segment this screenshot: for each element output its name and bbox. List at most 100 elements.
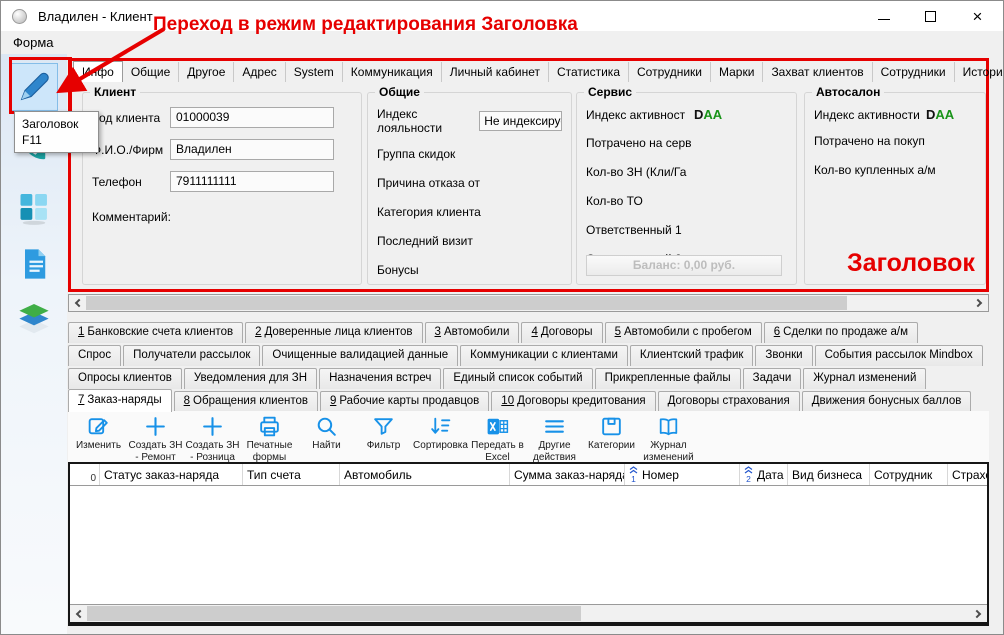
header-tab[interactable]: История <box>955 62 1004 82</box>
toolbar-button[interactable]: Другие действия <box>526 412 583 463</box>
detail-tab[interactable]: Единый список событий <box>443 368 592 389</box>
maximize-button[interactable] <box>907 1 954 31</box>
scroll-left-icon[interactable] <box>69 295 86 311</box>
comment-label: Комментарий: <box>92 210 171 224</box>
toolbar-button[interactable]: Создать ЗН - Ремонт <box>127 412 184 463</box>
close-button[interactable]: × <box>954 1 1001 31</box>
groupbox-autosalon-title: Автосалон <box>812 85 884 99</box>
grid-column-header[interactable]: Автомобиль <box>340 464 510 485</box>
grid-column-header[interactable]: 2 Дата <box>740 464 788 485</box>
toolbar-button[interactable]: Найти <box>298 412 355 452</box>
header-tab[interactable]: Личный кабинет <box>442 62 549 82</box>
toolbar-button[interactable]: Передать в Excel <box>469 412 526 463</box>
header-tab[interactable]: Другое <box>179 62 234 82</box>
orders-toolbar: Изменить Создать ЗН - Ремонт Создать ЗН … <box>68 411 989 462</box>
detail-tab[interactable]: Опросы клиентов <box>68 368 182 389</box>
detail-tab[interactable]: Движения бонусных баллов <box>802 391 972 412</box>
sidebar-documents-button[interactable] <box>10 240 58 288</box>
header-tab[interactable]: Сотрудники <box>873 62 955 82</box>
grid-column-header[interactable]: 1 Номер <box>625 464 740 485</box>
detail-tab[interactable]: Звонки <box>755 345 812 366</box>
detail-tabs-row2: Спрос Получатели рассылок Очищенные вали… <box>68 343 985 366</box>
field-label: Код клиента <box>92 111 170 125</box>
grid-body[interactable] <box>70 486 987 604</box>
detail-tab[interactable]: Назначения встреч <box>319 368 441 389</box>
detail-tab[interactable]: Клиентский трафик <box>630 345 754 366</box>
header-tab[interactable]: Марки <box>711 62 763 82</box>
detail-tab[interactable]: 2Доверенные лица клиентов <box>245 322 422 343</box>
detail-tab[interactable]: 4Договоры <box>521 322 602 343</box>
detail-tab[interactable]: Коммуникации с клиентами <box>460 345 628 366</box>
detail-tabs-row3: Опросы клиентов Уведомления для ЗН Назна… <box>68 366 928 389</box>
tooltip: Заголовок F11 <box>14 111 99 153</box>
header-tab[interactable]: System <box>286 62 343 82</box>
plus-icon <box>143 414 168 439</box>
header-tab[interactable]: Захват клиентов <box>763 62 872 82</box>
sidebar-layers-button[interactable] <box>10 294 58 342</box>
toolbar-button[interactable]: Изменить <box>70 412 127 452</box>
header-tab[interactable]: Коммуникация <box>343 62 442 82</box>
toolbar-button[interactable]: Сортировка <box>412 412 469 452</box>
scroll-right-icon[interactable] <box>970 605 987 622</box>
sidebar-modules-button[interactable] <box>10 184 58 232</box>
grid-column-header[interactable]: Тип счета <box>243 464 340 485</box>
toolbar-button[interactable]: Журнал изменений <box>640 412 697 463</box>
field-input[interactable]: 01000039 <box>170 107 334 128</box>
detail-tab[interactable]: 7Заказ-наряды <box>68 389 172 412</box>
toolbar-button[interactable]: Фильтр <box>355 412 412 452</box>
detail-tab[interactable]: 5Автомобили с пробегом <box>605 322 762 343</box>
detail-tab[interactable]: 9Рабочие карты продавцов <box>320 391 489 412</box>
header-tab[interactable]: Сотрудники <box>629 62 711 82</box>
detail-tabs-row1: 1Банковские счета клиентов 2Доверенные л… <box>68 320 920 343</box>
orders-grid: 0 Статус заказ-наряда <box>68 462 989 626</box>
balance-button[interactable]: Баланс: 0,00 руб. <box>586 255 782 276</box>
groupbox-service: Сервис Индекс активност D AA Потрачено н… <box>576 92 797 285</box>
pen-icon <box>16 69 52 105</box>
header-tab[interactable]: Общие <box>123 62 179 82</box>
scroll-right-icon[interactable] <box>971 295 988 311</box>
detail-tab[interactable]: 3Автомобили <box>425 322 520 343</box>
scroll-thumb[interactable] <box>87 606 581 621</box>
detail-tab[interactable]: Очищенные валидацией данные <box>262 345 458 366</box>
grid-column-header[interactable]: Сумма заказ-наряда <box>510 464 625 485</box>
detail-tab[interactable]: 6Сделки по продаже а/м <box>764 322 918 343</box>
scroll-left-icon[interactable] <box>70 605 87 622</box>
detail-tab[interactable]: Журнал изменений <box>803 368 926 389</box>
detail-tab[interactable]: Уведомления для ЗН <box>184 368 317 389</box>
grid-column-header[interactable]: Вид бизнеса <box>788 464 870 485</box>
field-input[interactable]: Владилен <box>170 139 334 160</box>
loyalty-value[interactable]: Не индексируемый <box>479 111 562 131</box>
toolbar-button[interactable]: Печатные формы <box>241 412 298 463</box>
toolbar-button[interactable]: Создать ЗН - Розница <box>184 412 241 463</box>
minimize-button[interactable] <box>860 1 907 31</box>
menu-forma[interactable]: Форма <box>6 33 61 52</box>
grid-column-header[interactable]: Сотрудник <box>870 464 948 485</box>
detail-tab[interactable]: 10Договоры кредитования <box>491 391 655 412</box>
detail-tab[interactable]: 1Банковские счета клиентов <box>68 322 243 343</box>
detail-tab[interactable]: Договоры страхования <box>658 391 800 412</box>
grid-column-header[interactable]: Статус заказ-наряда <box>100 464 243 485</box>
field-label: Категория клиента <box>377 205 562 219</box>
header-tab[interactable]: Инфо <box>73 61 123 82</box>
field-input[interactable]: 7911111111 <box>170 171 334 192</box>
toolbar-button[interactable]: Категории <box>583 412 640 452</box>
excel-icon <box>485 414 510 439</box>
sidebar-edit-header-button[interactable] <box>10 63 58 111</box>
search-icon <box>314 414 339 439</box>
filter-icon <box>371 414 396 439</box>
layers-icon <box>16 300 52 336</box>
detail-tab[interactable]: Задачи <box>743 368 802 389</box>
grid-hscrollbar[interactable] <box>70 604 987 624</box>
sort-indicator-icon: 2 <box>744 466 753 484</box>
header-tab[interactable]: Статистика <box>549 62 629 82</box>
categories-icon <box>599 414 624 439</box>
detail-tab[interactable]: Получатели рассылок <box>123 345 260 366</box>
grid-header-row: 0 Статус заказ-наряда <box>70 464 987 486</box>
detail-tab[interactable]: Спрос <box>68 345 121 366</box>
tooltip-line1: Заголовок <box>22 116 91 132</box>
grid-column-header[interactable]: Страхо <box>948 464 987 485</box>
detail-tab[interactable]: События рассылок Mindbox <box>815 345 983 366</box>
detail-tab[interactable]: 8Обращения клиентов <box>174 391 318 412</box>
header-tab[interactable]: Адрес <box>234 62 285 82</box>
detail-tab[interactable]: Прикрепленные файлы <box>595 368 741 389</box>
